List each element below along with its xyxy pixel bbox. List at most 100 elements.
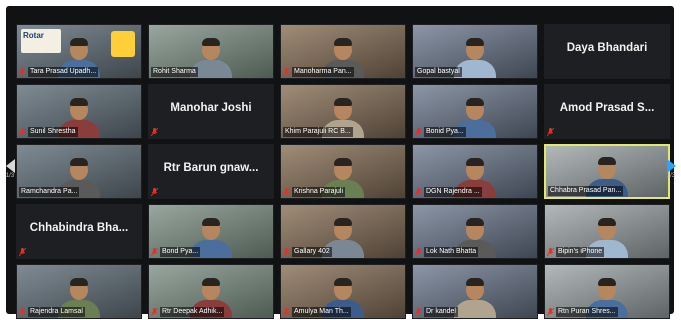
participant-caption: Khim Parajuli RC B... <box>281 126 405 137</box>
mic-muted-icon <box>151 247 158 256</box>
participant-name-label: Lok Nath Bhatta <box>424 246 479 257</box>
participant-tile[interactable]: Gopal bastyal <box>412 24 538 79</box>
participant-caption: Lok Nath Bhatta <box>413 246 537 257</box>
participant-tile[interactable]: Bond Pya... <box>148 204 274 259</box>
participant-name-label: Krishna Parajuli <box>292 186 346 197</box>
participant-display-name: Amod Prasad S... <box>559 102 655 114</box>
participant-name-label: Rtr Deepak Adhik... <box>160 306 225 317</box>
participant-name-label: Sunil Shrestha <box>28 126 78 137</box>
rotary-logo <box>111 31 135 57</box>
participant-caption: Gopal bastyal <box>413 66 537 77</box>
participant-tile[interactable]: Daya Bhandari <box>544 24 670 79</box>
participant-tile[interactable]: Bipin's iPhone <box>544 204 670 259</box>
mic-muted-icon <box>151 307 158 316</box>
participant-caption: DGN Rajendra ... <box>413 186 537 197</box>
next-page-button[interactable]: 1/3 <box>663 150 679 188</box>
participant-caption: Bipin's iPhone <box>545 246 669 257</box>
mic-muted-icon <box>547 307 554 316</box>
mic-muted-icon <box>547 127 554 136</box>
mic-muted-icon <box>19 247 26 256</box>
participant-name-label: Ramchandra Pa... <box>19 186 80 197</box>
previous-page-button[interactable]: 1/3 <box>2 150 18 188</box>
participant-tile[interactable]: Amod Prasad S... <box>544 84 670 139</box>
gallery-view: Rotar Tara Prasad Upadh... Rohit Sharma Man… <box>6 6 674 319</box>
participant-tile[interactable]: Gallary 402 <box>280 204 406 259</box>
participant-caption <box>545 126 669 137</box>
participant-name-label: Amulya Man Th... <box>292 306 351 317</box>
mic-muted-icon <box>283 67 290 76</box>
participant-tile[interactable]: Chhabindra Bha... <box>16 204 142 259</box>
participant-caption: Amulya Man Th... <box>281 306 405 317</box>
participant-caption: Manoharma Pan... <box>281 66 405 77</box>
chevron-left-icon <box>5 159 15 173</box>
participant-caption: Rohit Sharma <box>149 66 273 77</box>
mic-muted-icon <box>415 187 422 196</box>
participant-name-label: Khim Parajuli RC B... <box>283 126 353 137</box>
participant-tile[interactable]: Rotar Tara Prasad Upadh... <box>16 24 142 79</box>
participant-tile[interactable]: Rajendra Lamsal <box>16 264 142 319</box>
participant-caption <box>545 66 669 77</box>
chevron-right-icon <box>666 159 676 173</box>
participant-tile[interactable]: Manoharma Pan... <box>280 24 406 79</box>
participant-name-label: Chhabra Prasad Pan... <box>548 185 624 196</box>
participant-caption: Bond Pya... <box>149 246 273 257</box>
participant-caption: Tara Prasad Upadh... <box>17 66 141 77</box>
participant-caption: Rtn Puran Shres... <box>545 306 669 317</box>
mic-muted-icon <box>283 247 290 256</box>
page-indicator-left: 1/3 <box>5 173 15 179</box>
mic-muted-icon <box>19 67 26 76</box>
participant-name-label: DGN Rajendra ... <box>424 186 482 197</box>
mic-muted-icon <box>415 307 422 316</box>
participant-tile[interactable]: Rtr Deepak Adhik... <box>148 264 274 319</box>
participant-caption: Rtr Deepak Adhik... <box>149 306 273 317</box>
participant-tile[interactable]: Amulya Man Th... <box>280 264 406 319</box>
rotary-banner: Rotar <box>21 29 61 53</box>
participant-display-name: Manohar Joshi <box>170 102 252 114</box>
participant-caption: Rajendra Lamsal <box>17 306 141 317</box>
participant-tile[interactable]: Rtr Barun gnaw... <box>148 144 274 199</box>
mic-muted-icon <box>19 307 26 316</box>
participant-name-label: Gopal bastyal <box>415 66 462 77</box>
mic-muted-icon <box>283 307 290 316</box>
participant-name-label: Gallary 402 <box>292 246 332 257</box>
mic-muted-icon <box>151 187 158 196</box>
participant-name-label: Rohit Sharma <box>151 66 198 77</box>
participant-tile[interactable]: Chhabra Prasad Pan... <box>544 144 670 199</box>
participant-tile[interactable]: Khim Parajuli RC B... <box>280 84 406 139</box>
participant-caption: Chhabra Prasad Pan... <box>546 185 668 196</box>
participant-caption <box>149 186 273 197</box>
participant-tile[interactable]: Dr kandel <box>412 264 538 319</box>
participant-caption: Krishna Parajuli <box>281 186 405 197</box>
participant-caption: Bonid Pya... <box>413 126 537 137</box>
participant-tile[interactable]: Bonid Pya... <box>412 84 538 139</box>
participant-display-name: Daya Bhandari <box>566 42 648 54</box>
mic-muted-icon <box>415 127 422 136</box>
participant-tile[interactable]: Manohar Joshi <box>148 84 274 139</box>
participant-caption <box>149 126 273 137</box>
mic-muted-icon <box>415 247 422 256</box>
participant-caption: Gallary 402 <box>281 246 405 257</box>
mic-muted-icon <box>151 127 158 136</box>
participant-tile[interactable]: Krishna Parajuli <box>280 144 406 199</box>
participant-tile[interactable]: Rtn Puran Shres... <box>544 264 670 319</box>
participant-caption: Dr kandel <box>413 306 537 317</box>
participant-caption: Ramchandra Pa... <box>17 186 141 197</box>
participant-tile[interactable]: Ramchandra Pa... <box>16 144 142 199</box>
participant-tile[interactable]: DGN Rajendra ... <box>412 144 538 199</box>
participant-tile[interactable]: Sunil Shrestha <box>16 84 142 139</box>
participant-name-label: Bond Pya... <box>160 246 201 257</box>
participant-name-label: Dr kandel <box>424 306 458 317</box>
mic-muted-icon <box>547 247 554 256</box>
participant-name-label: Bonid Pya... <box>424 126 466 137</box>
participant-name-label: Manoharma Pan... <box>292 66 354 77</box>
mic-muted-icon <box>283 187 290 196</box>
participant-name-label: Rtn Puran Shres... <box>556 306 618 317</box>
participant-name-label: Rajendra Lamsal <box>28 306 85 317</box>
participant-display-name: Rtr Barun gnaw... <box>163 162 259 174</box>
participant-name-label: Bipin's iPhone <box>556 246 605 257</box>
page-indicator-right: 1/3 <box>666 173 676 179</box>
participant-tile[interactable]: Lok Nath Bhatta <box>412 204 538 259</box>
participant-name-label: Tara Prasad Upadh... <box>28 66 99 77</box>
participant-tile[interactable]: Rohit Sharma <box>148 24 274 79</box>
participant-caption: Sunil Shrestha <box>17 126 141 137</box>
